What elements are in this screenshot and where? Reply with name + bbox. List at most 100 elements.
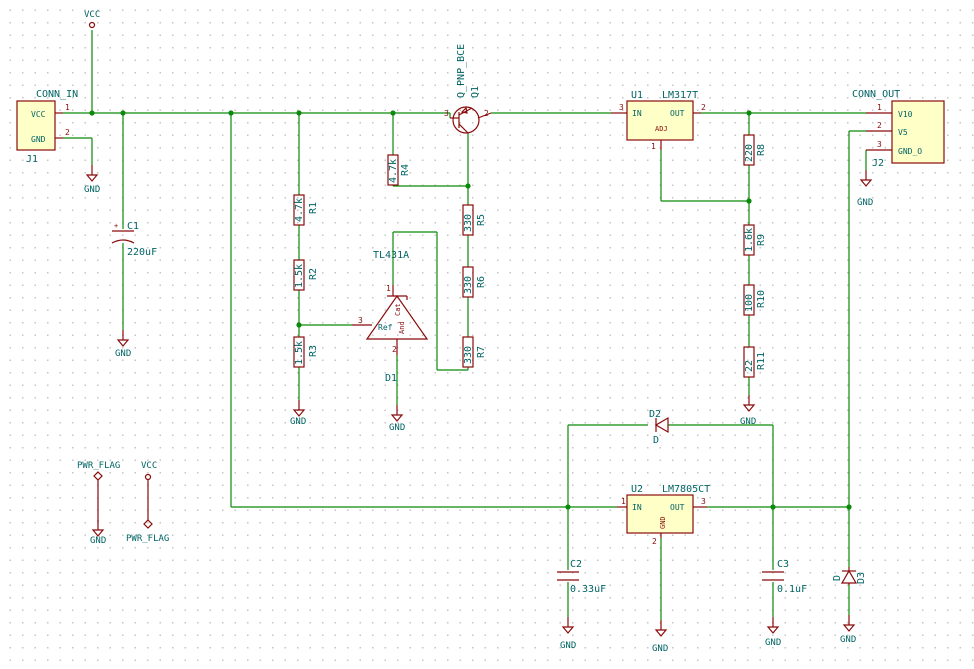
component-value: D <box>653 435 659 446</box>
schematic-sheet: CONN_IN J1 VCC GND 1 2 VCC GND + C1 220u… <box>0 0 974 669</box>
component-value: 4.7k <box>388 159 399 183</box>
capacitor-c2[interactable]: C2 0.33uF <box>557 559 606 595</box>
diode-d2[interactable]: D2 D <box>649 409 669 446</box>
pin-label-adj: ADJ <box>655 125 668 133</box>
gnd-symbol-c1[interactable]: GND <box>115 329 131 359</box>
connector-j1[interactable]: CONN_IN J1 VCC GND 1 2 <box>16 89 78 165</box>
component-ref: R9 <box>756 234 767 246</box>
component-ref: C2 <box>570 559 582 570</box>
capacitor-c3[interactable]: C3 0.1uF <box>762 559 807 595</box>
gnd-symbol-j1[interactable]: GND <box>84 164 100 195</box>
gnd-symbol-j2[interactable]: GND <box>857 169 873 208</box>
gnd-symbol-r11[interactable]: GND <box>740 394 756 427</box>
transistor-q1[interactable]: 3 2 Q_PNP_BCE Q1 <box>444 44 492 134</box>
component-ref: R8 <box>756 144 767 156</box>
component-value: 220uF <box>127 247 157 258</box>
component-ref: Q1 <box>470 86 481 98</box>
pin-label-out: OUT <box>670 503 685 512</box>
component-value: Q_PNP_BCE <box>456 44 467 98</box>
gnd-symbol-c3[interactable]: GND <box>765 616 781 648</box>
pin-number: 2 <box>877 121 882 130</box>
power-label-vcc: VCC <box>141 461 157 471</box>
pin-label-cat: Cat <box>394 303 402 316</box>
resistor-r2[interactable]: 1.5k R2 <box>293 259 319 291</box>
diode-d3[interactable]: D D3 <box>832 567 867 585</box>
component-ref: D3 <box>856 572 867 584</box>
pin-number: 2 <box>65 128 70 137</box>
power-label-gnd: GND <box>389 423 405 433</box>
regulator-u2[interactable]: IN OUT GND 1 3 2 U2 LM7805CT <box>617 484 710 546</box>
resistor-r5[interactable]: 330 R5 <box>462 204 487 236</box>
component-value: LM317T <box>662 90 698 101</box>
resistor-r6[interactable]: 330 R6 <box>462 266 487 298</box>
pin-label-in: IN <box>632 503 642 512</box>
component-value: 4.7k <box>294 198 305 222</box>
component-value: 1.6k <box>744 228 755 252</box>
power-label-gnd: GND <box>560 641 576 651</box>
resistor-r9[interactable]: 1.6k R9 <box>743 224 767 256</box>
pin-label-vcc: VCC <box>31 110 46 119</box>
pin-label-v10: V10 <box>898 110 913 119</box>
resistor-r4[interactable]: 4.7k R4 <box>387 154 411 186</box>
gnd-symbol-d3[interactable]: GND <box>840 614 856 645</box>
pin-number: 1 <box>65 103 70 112</box>
component-value: TL431A <box>373 250 409 261</box>
pwr-flag-vcc[interactable]: VCC PWR_FLAG <box>126 461 169 544</box>
shunt-regulator-d1[interactable]: Ref Cat And 3 1 2 TL431A D1 <box>352 250 429 384</box>
component-ref: R3 <box>308 345 319 357</box>
component-ref: R2 <box>308 268 319 280</box>
resistor-r8[interactable]: 220 R8 <box>743 134 767 166</box>
connector-name: CONN_OUT <box>852 89 900 100</box>
resistor-r1[interactable]: 4.7k R1 <box>293 194 319 226</box>
junctions <box>89 110 852 510</box>
power-label-vcc: VCC <box>84 10 100 20</box>
pin-label-gnd: GND <box>659 516 667 529</box>
component-ref: R4 <box>400 164 411 176</box>
component-value: 330 <box>463 346 474 364</box>
gnd-symbol-d1[interactable]: GND <box>389 404 405 433</box>
power-label-gnd: GND <box>115 349 131 359</box>
pin-number: 3 <box>877 140 882 149</box>
component-value: 1.5k <box>294 341 305 365</box>
component-value: 0.1uF <box>777 584 807 595</box>
gnd-symbol-r3[interactable]: GND <box>290 399 306 427</box>
power-label-gnd: GND <box>84 185 100 195</box>
regulator-u1[interactable]: IN OUT ADJ 3 2 1 U1 LM317T <box>611 90 706 151</box>
component-value: 220 <box>744 144 755 162</box>
power-flag-label: PWR_FLAG <box>77 461 120 471</box>
connector-ref: J2 <box>872 158 884 169</box>
pin-label-gnd-o: GND_O <box>898 147 922 156</box>
pin-label-ref: Ref <box>378 323 393 332</box>
component-ref: U2 <box>631 484 643 495</box>
pin-number: 1 <box>651 142 656 151</box>
vcc-symbol[interactable]: VCC <box>84 10 100 29</box>
resistor-r3[interactable]: 1.5k R3 <box>293 336 319 368</box>
component-value: 100 <box>744 294 755 312</box>
component-ref: R10 <box>756 290 767 308</box>
gnd-symbol-c2[interactable]: GND <box>560 616 576 651</box>
pin-number: 1 <box>877 103 882 112</box>
capacitor-c1[interactable]: + C1 220uF <box>111 221 157 258</box>
svg-text:+: + <box>114 222 118 230</box>
pin-label-in: IN <box>632 109 642 118</box>
resistor-r11[interactable]: 22 R11 <box>743 346 767 378</box>
pin-number: 1 <box>386 284 391 293</box>
connector-ref: J1 <box>26 154 38 165</box>
resistor-r10[interactable]: 100 R10 <box>743 284 767 316</box>
component-ref: C3 <box>777 559 789 570</box>
pin-number: 3 <box>444 109 449 118</box>
component-ref: R5 <box>476 214 487 226</box>
power-label-gnd: GND <box>765 638 781 648</box>
pwr-flag-gnd[interactable]: PWR_FLAG GND <box>77 461 120 546</box>
component-value: LM7805CT <box>662 484 710 495</box>
power-label-gnd: GND <box>740 417 756 427</box>
power-label-gnd: GND <box>290 417 306 427</box>
pin-label-v5: V5 <box>898 128 908 137</box>
pin-label-and: And <box>398 321 406 334</box>
pin-number: 2 <box>652 537 657 546</box>
gnd-symbol-u2[interactable]: GND <box>652 619 668 654</box>
component-value: 22 <box>744 360 755 372</box>
component-ref: R1 <box>308 202 319 214</box>
power-label-gnd: GND <box>840 635 856 645</box>
resistor-r7[interactable]: 330 R7 <box>462 336 487 368</box>
